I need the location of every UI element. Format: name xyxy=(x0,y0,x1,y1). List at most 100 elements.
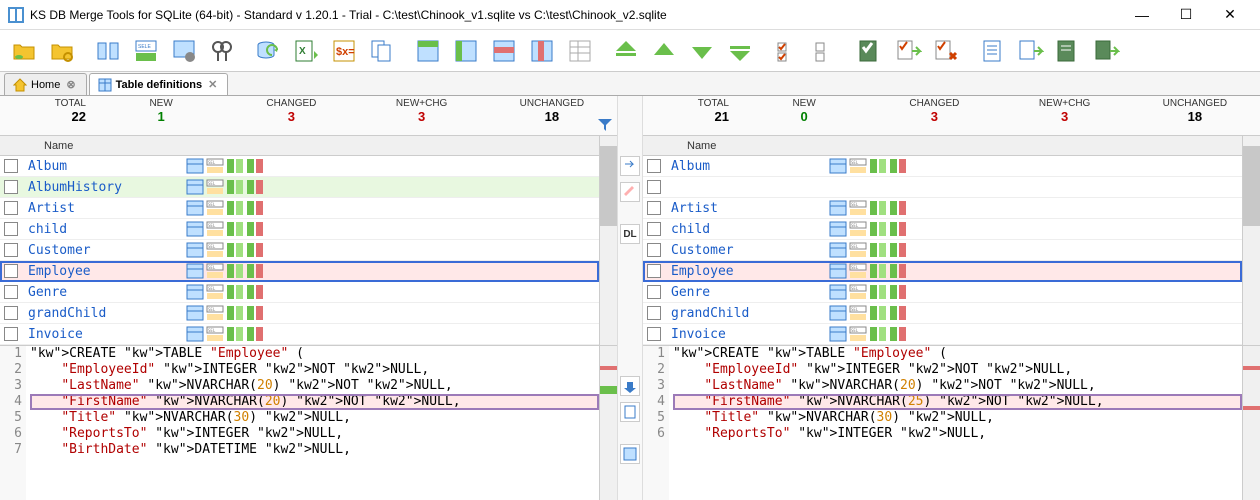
mid-swap-button[interactable] xyxy=(620,156,640,176)
row-checkbox[interactable] xyxy=(647,201,661,215)
row-checkbox[interactable] xyxy=(4,285,18,299)
open-table-icon[interactable] xyxy=(829,242,847,258)
diff-red-icon[interactable] xyxy=(246,305,264,321)
row-checkbox[interactable] xyxy=(4,159,18,173)
sql-icon[interactable]: SEL xyxy=(849,221,867,237)
diff-green-icon[interactable] xyxy=(226,200,244,216)
refresh-db-button[interactable] xyxy=(250,33,286,69)
diff-red-icon[interactable] xyxy=(889,305,907,321)
row-checkbox[interactable] xyxy=(4,306,18,320)
row-checkbox[interactable] xyxy=(647,159,661,173)
right-ddl-scrollbar[interactable] xyxy=(1242,346,1260,500)
diff-red-icon[interactable] xyxy=(246,158,264,174)
diff-red-icon[interactable] xyxy=(889,284,907,300)
table-row[interactable]: InvoiceSEL xyxy=(0,324,599,345)
diff-red-icon[interactable] xyxy=(889,221,907,237)
open-table-icon[interactable] xyxy=(829,200,847,216)
merge-right-arrow-button[interactable] xyxy=(890,33,926,69)
diff-red-icon[interactable] xyxy=(246,179,264,195)
script-right-button[interactable] xyxy=(1012,33,1048,69)
copy-button[interactable] xyxy=(364,33,400,69)
open-table-icon[interactable] xyxy=(186,179,204,195)
left-list-scrollbar[interactable] xyxy=(599,136,617,345)
open-table-icon[interactable] xyxy=(829,221,847,237)
open-db-button[interactable] xyxy=(6,33,42,69)
open-table-icon[interactable] xyxy=(186,221,204,237)
open-table-icon[interactable] xyxy=(186,305,204,321)
mid-dl-button[interactable]: DL xyxy=(620,224,640,244)
grid4-button[interactable] xyxy=(524,33,560,69)
merge-right-button[interactable] xyxy=(852,33,888,69)
diff-green-icon[interactable] xyxy=(226,263,244,279)
table-row[interactable]: ArtistSEL xyxy=(0,198,599,219)
table-row[interactable]: CustomerSEL xyxy=(643,240,1242,261)
minimize-button[interactable]: — xyxy=(1120,1,1164,29)
open-db2-button[interactable] xyxy=(44,33,80,69)
row-checkbox[interactable] xyxy=(647,222,661,236)
sql-icon[interactable]: SEL xyxy=(849,242,867,258)
table-row[interactable]: EmployeeSEL xyxy=(0,261,599,282)
sql-icon[interactable]: SEL xyxy=(206,242,224,258)
grid3-button[interactable] xyxy=(486,33,522,69)
find-button[interactable] xyxy=(204,33,240,69)
table-row[interactable]: GenreSEL xyxy=(0,282,599,303)
diff-red-icon[interactable] xyxy=(889,326,907,342)
diff-red-icon[interactable] xyxy=(889,263,907,279)
sql-icon[interactable]: SEL xyxy=(206,158,224,174)
open-table-icon[interactable] xyxy=(186,242,204,258)
filter-icon[interactable] xyxy=(597,117,613,133)
open-table-icon[interactable] xyxy=(186,200,204,216)
table-row[interactable] xyxy=(643,177,1242,198)
mid-doc-button[interactable] xyxy=(620,402,640,422)
diff-green-icon[interactable] xyxy=(869,263,887,279)
left-col-name[interactable]: Name xyxy=(0,136,599,156)
sql-icon[interactable]: SEL xyxy=(206,305,224,321)
table-row[interactable]: childSEL xyxy=(0,219,599,240)
uncheck-all-button[interactable] xyxy=(806,33,842,69)
table-row[interactable]: AlbumSEL xyxy=(0,156,599,177)
open-table-icon[interactable] xyxy=(829,326,847,342)
grid2-button[interactable] xyxy=(448,33,484,69)
nav-next-button[interactable] xyxy=(684,33,720,69)
script-merge-button[interactable] xyxy=(1050,33,1086,69)
row-checkbox[interactable] xyxy=(4,180,18,194)
open-table-icon[interactable] xyxy=(829,263,847,279)
open-table-icon[interactable] xyxy=(186,263,204,279)
tab-table-definitions[interactable]: Table definitions ✕ xyxy=(89,73,229,95)
diff-green-icon[interactable] xyxy=(226,305,244,321)
mid-table-button[interactable] xyxy=(620,444,640,464)
merge-delete-button[interactable] xyxy=(928,33,964,69)
diff-red-icon[interactable] xyxy=(246,221,264,237)
sql-icon[interactable]: SEL xyxy=(206,284,224,300)
diff-green-icon[interactable] xyxy=(869,305,887,321)
table-row[interactable]: CustomerSEL xyxy=(0,240,599,261)
table-row[interactable]: grandChildSEL xyxy=(643,303,1242,324)
diff-green-icon[interactable] xyxy=(226,179,244,195)
script-button[interactable] xyxy=(974,33,1010,69)
nav-last-button[interactable] xyxy=(722,33,758,69)
right-list-scrollbar[interactable] xyxy=(1242,136,1260,345)
diff-red-icon[interactable] xyxy=(246,242,264,258)
close-button[interactable]: ✕ xyxy=(1208,1,1252,29)
diff-green-icon[interactable] xyxy=(226,242,244,258)
tab-close-icon[interactable]: ✕ xyxy=(206,78,219,91)
diff-red-icon[interactable] xyxy=(246,263,264,279)
diff-green-icon[interactable] xyxy=(869,326,887,342)
diff-green-icon[interactable] xyxy=(226,158,244,174)
sql-icon[interactable]: SEL xyxy=(206,200,224,216)
diff-green-icon[interactable] xyxy=(869,242,887,258)
row-checkbox[interactable] xyxy=(647,264,661,278)
row-checkbox[interactable] xyxy=(4,222,18,236)
select-button[interactable]: SELE xyxy=(128,33,164,69)
row-checkbox[interactable] xyxy=(4,243,18,257)
script-merge-right-button[interactable] xyxy=(1088,33,1124,69)
mid-edit-button[interactable] xyxy=(620,182,640,202)
table-row[interactable]: EmployeeSEL xyxy=(643,261,1242,282)
table-row[interactable]: AlbumHistorySEL xyxy=(0,177,599,198)
diff-red-icon[interactable] xyxy=(246,284,264,300)
nav-first-button[interactable] xyxy=(608,33,644,69)
diff-green-icon[interactable] xyxy=(226,326,244,342)
sql-icon[interactable]: SEL xyxy=(849,284,867,300)
sql-icon[interactable]: SEL xyxy=(849,200,867,216)
sql-icon[interactable]: SEL xyxy=(849,263,867,279)
